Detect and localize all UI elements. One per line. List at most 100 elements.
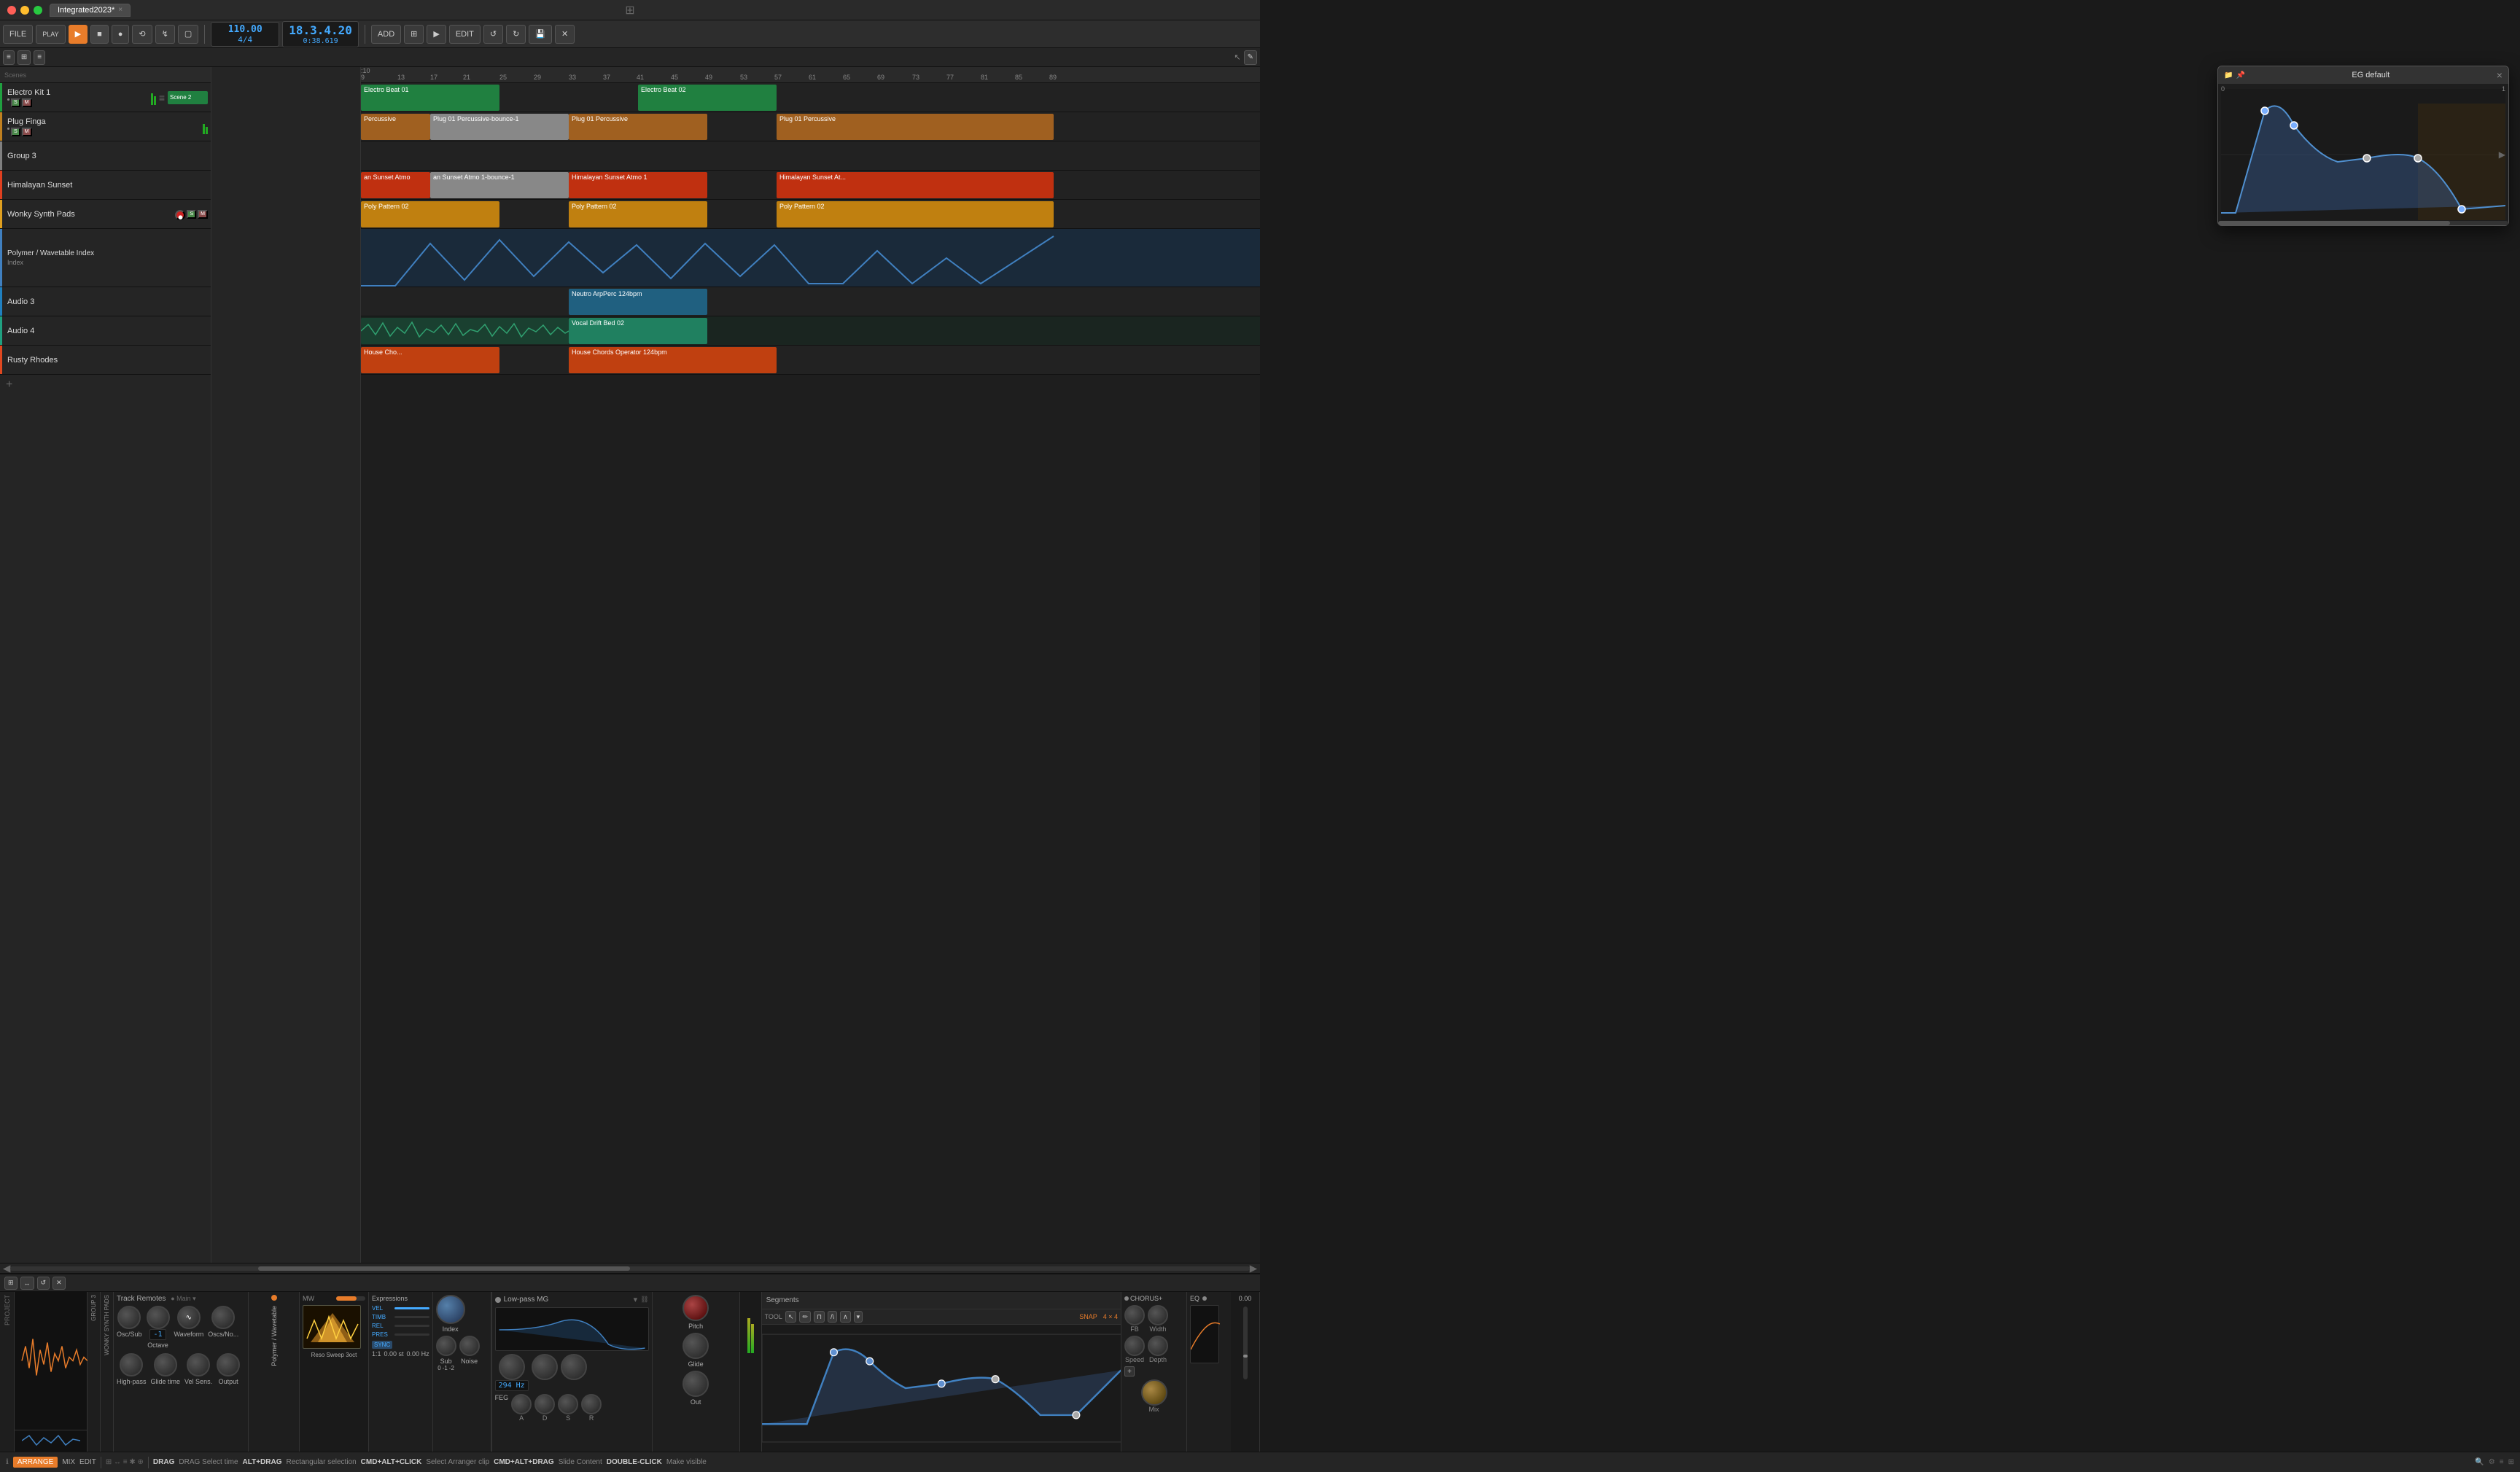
play-toolbar-button[interactable]: ▶ bbox=[427, 25, 446, 44]
clip-plug1[interactable]: Percussive bbox=[361, 114, 430, 140]
clip-himal-bounce[interactable]: an Sunset Atmo 1-bounce-1 bbox=[430, 172, 569, 198]
pres-bar[interactable] bbox=[394, 1333, 429, 1336]
clip-himal1[interactable]: an Sunset Atmo bbox=[361, 172, 430, 198]
arrangement-mode-btn[interactable]: ≡ bbox=[3, 50, 15, 65]
speed-knob[interactable] bbox=[1124, 1336, 1145, 1356]
eg-close-btn[interactable]: × bbox=[2497, 69, 2502, 81]
sync-btn[interactable]: SYNC bbox=[372, 1341, 392, 1349]
eq-power-btn[interactable] bbox=[1202, 1296, 1207, 1301]
filter-menu-icon[interactable]: ▾ bbox=[634, 1295, 638, 1304]
noise-knob[interactable] bbox=[459, 1336, 480, 1356]
main-selector[interactable]: ● Main ▾ bbox=[171, 1295, 195, 1302]
more-tools-btn[interactable]: ▾ bbox=[854, 1311, 863, 1323]
highpass-knob[interactable] bbox=[120, 1353, 143, 1376]
clip-audio3-1[interactable]: Neutro ArpPerc 124bpm bbox=[569, 289, 707, 315]
osc-sub-knob[interactable] bbox=[117, 1306, 141, 1329]
glide-knob[interactable] bbox=[682, 1333, 709, 1359]
waveform-knob[interactable]: ∿ bbox=[177, 1306, 201, 1329]
mute-btn-electrokit[interactable]: M bbox=[22, 98, 32, 107]
play-mode-button[interactable]: PLAY bbox=[36, 25, 65, 44]
play-button[interactable]: ▶ bbox=[69, 25, 88, 44]
eg-scrollbar[interactable] bbox=[2218, 221, 2508, 225]
pencil-tool-btn[interactable]: ✏ bbox=[799, 1311, 811, 1323]
cutoff-knob[interactable] bbox=[499, 1354, 525, 1380]
mixer-button[interactable]: ⊞ bbox=[404, 25, 424, 44]
s-knob[interactable] bbox=[558, 1394, 578, 1414]
main-synth-knob[interactable] bbox=[436, 1295, 465, 1324]
clip-himal2[interactable]: Himalayan Sunset Atmo 1 bbox=[569, 172, 707, 198]
clip-audio4-waveform[interactable] bbox=[361, 318, 569, 344]
bottom-tool4[interactable]: ✕ bbox=[52, 1277, 66, 1290]
eg-play-btn[interactable]: ▶ bbox=[2499, 149, 2505, 160]
out-knob[interactable] bbox=[682, 1371, 709, 1397]
clip-vocalbed[interactable]: Vocal Drift Bed 02 bbox=[569, 318, 707, 344]
octave-knob[interactable] bbox=[147, 1306, 170, 1329]
clip-wonky3[interactable]: Poly Pattern 02 bbox=[777, 201, 1054, 227]
chorus-power-btn[interactable] bbox=[1124, 1296, 1129, 1301]
scene-clip-1[interactable]: Scene 2 bbox=[168, 91, 208, 104]
maximize-button[interactable] bbox=[34, 6, 42, 15]
stop-button[interactable]: ■ bbox=[90, 25, 109, 44]
timb-bar[interactable] bbox=[394, 1316, 429, 1318]
filter-power-btn[interactable] bbox=[495, 1297, 501, 1303]
sel-tool-btn[interactable]: ⊓ bbox=[814, 1311, 825, 1323]
video-button[interactable]: ▢ bbox=[178, 25, 198, 44]
record-button[interactable]: ● bbox=[112, 25, 130, 44]
h-scrollbar[interactable] bbox=[10, 1266, 1250, 1271]
bounce-button[interactable]: ↯ bbox=[155, 25, 175, 44]
bottom-tool3[interactable]: ↺ bbox=[37, 1277, 50, 1290]
edit-btn[interactable]: EDIT bbox=[79, 1458, 96, 1466]
solo-btn-electrokit[interactable]: S bbox=[11, 98, 20, 107]
vol-fader[interactable] bbox=[1243, 1307, 1248, 1379]
sub-knob[interactable] bbox=[436, 1336, 456, 1356]
arrange-btn[interactable]: ARRANGE bbox=[13, 1457, 58, 1468]
clip-wonky2[interactable]: Poly Pattern 02 bbox=[569, 201, 707, 227]
tab-integrated2023[interactable]: Integrated2023* × bbox=[50, 4, 131, 17]
clip-rusty2[interactable]: House Chords Operator 124bpm bbox=[569, 347, 777, 373]
clip-himal3[interactable]: Himalayan Sunset At... bbox=[777, 172, 1054, 198]
rel-bar[interactable] bbox=[394, 1325, 429, 1327]
file-button[interactable]: FILE bbox=[3, 25, 33, 44]
edit-button[interactable]: EDIT bbox=[449, 25, 481, 44]
redo-button[interactable]: ↻ bbox=[506, 25, 526, 44]
clip-electro2[interactable]: Electro Beat 02 bbox=[638, 85, 777, 111]
drive-knob[interactable] bbox=[561, 1354, 587, 1380]
undo-button[interactable]: ↺ bbox=[483, 25, 503, 44]
pencil-btn[interactable]: ✎ bbox=[1244, 50, 1257, 65]
depth-knob[interactable] bbox=[1148, 1336, 1168, 1356]
bottom-tool2[interactable]: ↔ bbox=[20, 1277, 34, 1290]
line-tool-btn[interactable]: /\ bbox=[828, 1311, 837, 1323]
clip-wonky1[interactable]: Poly Pattern 02 bbox=[361, 201, 499, 227]
mute-btn-plug[interactable]: M bbox=[22, 128, 32, 136]
fb-knob[interactable] bbox=[1124, 1305, 1145, 1325]
vel-bar[interactable] bbox=[394, 1307, 429, 1309]
loop-button[interactable]: ⟲ bbox=[132, 25, 152, 44]
view-btn[interactable]: ≡ bbox=[34, 50, 45, 65]
polymer-power-btn[interactable] bbox=[271, 1295, 277, 1301]
chorus-add-btn[interactable]: + bbox=[1124, 1366, 1135, 1376]
grid-btn[interactable]: ⊞ bbox=[18, 50, 31, 65]
solo-btn-wonky[interactable]: S bbox=[187, 210, 196, 219]
close-toolbar-button[interactable]: ✕ bbox=[555, 25, 575, 44]
mw-slider[interactable] bbox=[336, 1296, 365, 1301]
a-knob[interactable] bbox=[511, 1394, 532, 1414]
d-knob[interactable] bbox=[534, 1394, 555, 1414]
curve-tool-btn[interactable]: ∧ bbox=[840, 1311, 851, 1323]
save-button[interactable]: 💾 bbox=[529, 25, 552, 44]
reso-knob[interactable] bbox=[532, 1354, 558, 1380]
rec-btn-wonky[interactable]: ● bbox=[175, 210, 185, 220]
close-button[interactable] bbox=[7, 6, 16, 15]
oscs-knob[interactable] bbox=[211, 1306, 235, 1329]
minimize-button[interactable] bbox=[20, 6, 29, 15]
cursor-tool-btn[interactable]: ↖ bbox=[785, 1311, 797, 1323]
pitch-knob[interactable] bbox=[682, 1295, 709, 1321]
clip-plug3[interactable]: Plug 01 Percussive bbox=[777, 114, 1054, 140]
glide-time-knob[interactable] bbox=[154, 1353, 177, 1376]
clip-plug-bounce[interactable]: Plug 01 Percussive-bounce-1 bbox=[430, 114, 569, 140]
timeline-scroll[interactable]: :10 9 13 17 21 25 29 33 37 41 45 49 53 5… bbox=[361, 67, 1260, 1263]
clip-rusty1[interactable]: House Cho... bbox=[361, 347, 499, 373]
solo-btn-plug[interactable]: S bbox=[11, 128, 20, 136]
add-button[interactable]: ADD bbox=[371, 25, 401, 44]
bottom-tool1[interactable]: ⊞ bbox=[4, 1277, 18, 1290]
clip-plug2[interactable]: Plug 01 Percussive bbox=[569, 114, 707, 140]
